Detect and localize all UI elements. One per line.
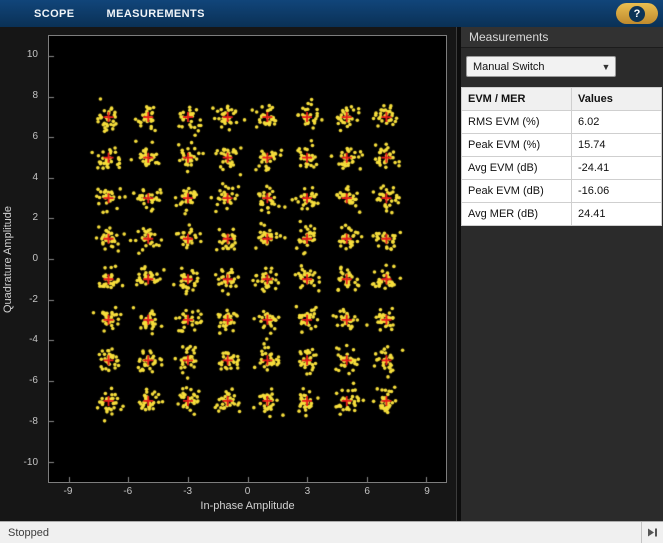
table-header-cell: Values xyxy=(571,87,662,111)
table-header-cell: EVM / MER xyxy=(461,87,572,111)
plot-axes xyxy=(48,35,447,483)
y-tick-label: -2 xyxy=(29,293,38,305)
y-tick-label: -8 xyxy=(29,415,38,427)
y-tick-label: -4 xyxy=(29,334,38,346)
measurements-table-head-row: EVM / MER Values xyxy=(461,87,662,111)
table-row: Avg EVM (dB) -24.41 xyxy=(461,156,662,180)
main-area: -10 -8 -6 -4 -2 0 2 4 6 8 10 -9 -6 -3 0 3 6 9 In-phase A… xyxy=(0,27,663,521)
y-tick-label: 4 xyxy=(32,171,38,183)
x-tick-label: 6 xyxy=(364,486,370,497)
chevron-down-icon: ▼ xyxy=(601,61,611,72)
measurements-panel-title: Measurements xyxy=(461,27,663,48)
measurements-table-body: RMS EVM (%) 6.02 Peak EVM (%) 15.74 Avg EVM … xyxy=(461,110,662,226)
step-forward-icon[interactable] xyxy=(641,522,663,543)
help-icon: ? xyxy=(629,5,645,22)
y-tick-label: 10 xyxy=(26,49,38,61)
y-tick-label: -6 xyxy=(29,375,38,387)
tab-scope[interactable]: SCOPE xyxy=(18,0,91,27)
measurements-panel: Measurements Manual Switch ▼ EVM / MER Va… xyxy=(461,27,663,521)
table-cell: 24.41 xyxy=(571,202,662,226)
table-cell: Peak EVM (dB) xyxy=(461,179,572,203)
x-tick-label: 0 xyxy=(244,486,251,497)
table-row: Peak EVM (dB) -16.06 xyxy=(461,179,662,203)
y-tick-label: 2 xyxy=(32,212,38,224)
x-tick-label: -6 xyxy=(123,486,133,497)
constellation-canvas xyxy=(49,36,446,482)
measurements-table: EVM / MER Values RMS EVM (%) 6.02 Peak EVM … xyxy=(461,87,662,226)
status-bar: Stopped xyxy=(0,521,663,543)
tab-scope-label: SCOPE xyxy=(34,7,75,20)
table-cell: RMS EVM (%) xyxy=(461,110,572,134)
y-tick-label: 0 xyxy=(32,253,38,264)
table-row: RMS EVM (%) 6.02 xyxy=(461,110,662,134)
skip-to-end-glyph xyxy=(647,528,657,537)
y-tick-label: -10 xyxy=(23,456,38,468)
x-axis-ticks: -9 -6 -3 0 3 6 9 xyxy=(48,486,447,499)
x-axis-label: In-phase Amplitude xyxy=(200,500,295,512)
table-cell: 6.02 xyxy=(571,110,662,134)
y-axis-label: Quadrature Amplitude xyxy=(2,205,14,313)
tab-measurements[interactable]: MEASUREMENTS xyxy=(91,0,221,27)
table-cell: -16.06 xyxy=(571,179,662,203)
table-cell: Avg EVM (dB) xyxy=(461,156,572,180)
x-tick-label: 9 xyxy=(424,486,430,497)
table-cell: 15.74 xyxy=(571,133,662,157)
x-tick-label: -3 xyxy=(183,486,193,497)
constellation-figure: -10 -8 -6 -4 -2 0 2 4 6 8 10 -9 -6 -3 0 3 6 9 In-phase A… xyxy=(0,27,456,521)
x-tick-label: 3 xyxy=(304,486,311,497)
measurement-select-value: Manual Switch xyxy=(473,60,545,73)
help-button[interactable]: ? xyxy=(616,3,658,24)
y-tick-label: 6 xyxy=(32,130,38,142)
y-tick-label: 8 xyxy=(32,90,38,102)
status-text: Stopped xyxy=(8,526,49,539)
measurement-select-dropdown[interactable]: Manual Switch ▼ xyxy=(466,56,616,77)
table-cell: Peak EVM (%) xyxy=(461,133,572,157)
x-tick-label: -9 xyxy=(63,486,73,497)
table-cell: Avg MER (dB) xyxy=(461,202,572,226)
table-row: Avg MER (dB) 24.41 xyxy=(461,202,662,226)
table-cell: -24.41 xyxy=(571,156,662,180)
toolstrip: SCOPE MEASUREMENTS ? xyxy=(0,0,663,27)
table-row: Peak EVM (%) 15.74 xyxy=(461,133,662,157)
tab-measurements-label: MEASUREMENTS xyxy=(106,7,205,20)
